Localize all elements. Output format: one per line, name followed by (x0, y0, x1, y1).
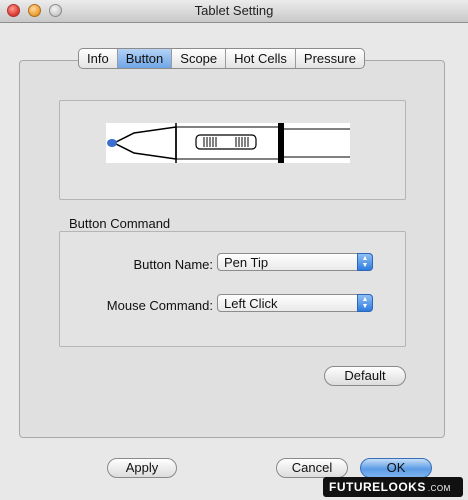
mouse-command-label: Mouse Command: (106, 298, 213, 313)
pen-illustration (106, 123, 350, 163)
side-switch-icon (195, 134, 257, 150)
tab-button[interactable]: Button (117, 49, 173, 68)
watermark-text: FUTURELOOKS (329, 480, 426, 494)
window-content: Info Button Scope Hot Cells Pressure But… (0, 23, 468, 500)
button-name-value: Pen Tip (224, 255, 269, 270)
tab-bar: Info Button Scope Hot Cells Pressure (78, 48, 365, 69)
pen-tip-icon (107, 139, 117, 147)
title-bar: Tablet Setting (0, 0, 468, 23)
select-arrows-icon: ▲ ▼ (357, 294, 373, 312)
tab-hot-cells[interactable]: Hot Cells (226, 49, 296, 68)
window-title: Tablet Setting (194, 3, 274, 18)
mouse-command-value: Left Click (224, 296, 278, 311)
default-button[interactable]: Default (324, 366, 406, 386)
select-arrows-icon: ▲ ▼ (357, 253, 373, 271)
ok-button[interactable]: OK (360, 458, 432, 478)
tab-scope[interactable]: Scope (172, 49, 227, 68)
tab-pressure[interactable]: Pressure (296, 49, 364, 68)
button-command-box (59, 231, 406, 347)
mouse-command-select[interactable]: Left Click ▲ ▼ (217, 294, 373, 312)
watermark-logo: FUTURELOOKS .COM (323, 477, 463, 497)
pen-preview-box (59, 100, 406, 200)
tab-info[interactable]: Info (79, 49, 118, 68)
cancel-button[interactable]: Cancel (276, 458, 348, 478)
button-name-label: Button Name: (133, 257, 214, 272)
button-command-group-label: Button Command (69, 216, 171, 231)
apply-button[interactable]: Apply (107, 458, 177, 478)
button-name-select[interactable]: Pen Tip ▲ ▼ (217, 253, 373, 271)
watermark-domain: .COM (427, 484, 451, 493)
